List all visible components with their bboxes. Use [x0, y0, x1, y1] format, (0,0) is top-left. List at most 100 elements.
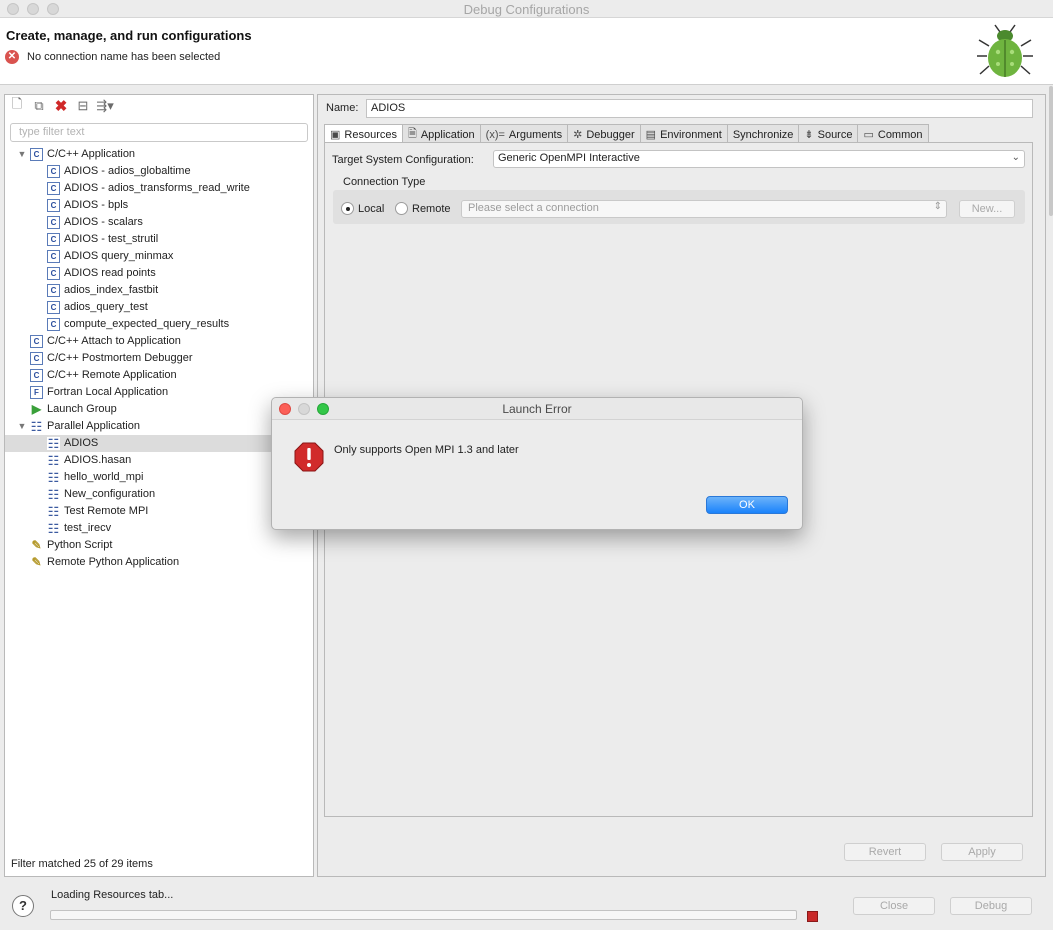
expand-arrow-icon[interactable]: ▼: [17, 418, 27, 435]
header-error: ✕ No connection name has been selected: [5, 50, 220, 64]
tree-item-label: Python Script: [47, 539, 113, 551]
stop-icon[interactable]: [807, 911, 818, 922]
config-tree: ▼ C C/C++ Application C ADIOS - adios_global…: [5, 146, 313, 571]
error-icon: ✕: [5, 50, 19, 64]
parallel-config-icon: ☷: [30, 419, 43, 434]
tree-item[interactable]: C ADIOS - bpls: [5, 197, 313, 214]
tree-item[interactable]: ☷ hello_world_mpi: [5, 469, 313, 486]
tab-application[interactable]: 🗎 Application: [401, 124, 481, 142]
tree-item[interactable]: F Fortran Local Application: [5, 384, 313, 401]
tree-item-label: ADIOS: [64, 437, 99, 449]
parallel-config-icon: ☷: [47, 521, 60, 536]
tree-item[interactable]: ▶ Launch Group: [5, 401, 313, 418]
tree-item[interactable]: ☷ ADIOS.hasan: [5, 452, 313, 469]
tree-item[interactable]: Ccompute_expected_query_results: [5, 316, 313, 333]
tree-item[interactable]: C ADIOS read points: [5, 265, 313, 282]
dialog-title: Launch Error: [502, 402, 572, 416]
window-scrollbar[interactable]: [1049, 86, 1053, 216]
c-config-icon: C: [47, 284, 60, 297]
connection-type-label: Connection Type: [343, 176, 426, 188]
target-system-select[interactable]: Generic OpenMPI Interactive ⌄: [493, 150, 1025, 168]
environment-icon: ▤: [645, 129, 657, 141]
tree-item-label: C/C++ Postmortem Debugger: [47, 352, 193, 364]
delete-config-icon[interactable]: ✖: [53, 98, 69, 115]
tab-label: Common: [877, 128, 923, 141]
revert-button[interactable]: Revert: [844, 843, 926, 861]
configuration-list-pane: 🗋 ⧉ ✖ ⊟ ⇶▾ type filter text ▼ C C/C++ Appl…: [4, 94, 314, 877]
tree-item[interactable]: C ADIOS - adios_transforms_read_write: [5, 180, 313, 197]
resources-icon: ▣: [330, 129, 341, 141]
tree-item-label: C/C++ Remote Application: [47, 369, 177, 381]
ok-button[interactable]: OK: [706, 496, 788, 514]
launch-error-dialog: Launch Error Only supports Open MPI 1.3 …: [271, 397, 803, 530]
local-radio[interactable]: Local: [341, 202, 384, 215]
tree-item-label: test_irecv: [64, 522, 112, 534]
tab-common[interactable]: ▭ Common: [857, 124, 929, 142]
tree-item[interactable]: ☷ ADIOS: [5, 435, 313, 452]
tab-source[interactable]: ⇟ Source: [798, 124, 859, 142]
python-config-icon: ✎: [30, 538, 43, 552]
fortran-config-icon: F: [30, 386, 43, 399]
filter-menu-icon[interactable]: ⇶▾: [96, 98, 113, 114]
launch-group-icon: ▶: [30, 402, 43, 416]
debugger-icon: ✲: [573, 129, 583, 141]
tab-arguments[interactable]: (x)= Arguments: [479, 124, 569, 142]
tab-debugger[interactable]: ✲ Debugger: [567, 124, 641, 142]
c-config-icon: C: [30, 352, 43, 365]
tree-item[interactable]: Cadios_query_test: [5, 299, 313, 316]
c-config-icon: C: [47, 233, 60, 246]
tree-item[interactable]: ☷ test_irecv: [5, 520, 313, 537]
tab-resources[interactable]: ▣ Resources: [324, 124, 403, 142]
tab-label: Environment: [660, 128, 722, 141]
tree-item[interactable]: C ADIOS - test_strutil: [5, 231, 313, 248]
radio-unselected-icon: [395, 202, 408, 215]
tree-item[interactable]: ✎ Python Script: [5, 537, 313, 554]
debug-button[interactable]: Debug: [950, 897, 1032, 915]
apply-button[interactable]: Apply: [941, 843, 1023, 861]
tree-item-label: ADIOS - test_strutil: [64, 233, 159, 245]
tree-item-label: ADIOS - adios_transforms_read_write: [64, 182, 250, 194]
connection-select[interactable]: Please select a connection ⇕: [461, 200, 947, 218]
duplicate-config-icon[interactable]: ⧉: [31, 98, 47, 114]
tree-item-label: Launch Group: [47, 403, 117, 415]
dialog-header: Create, manage, and run configurations ✕…: [0, 18, 1053, 85]
tree-item[interactable]: ▼ ☷ Parallel Application: [5, 418, 313, 435]
new-config-icon[interactable]: 🗋: [9, 96, 25, 114]
arguments-icon: (x)=: [485, 128, 505, 141]
radio-selected-icon: [341, 202, 354, 215]
tab-synchronize[interactable]: Synchronize: [726, 124, 800, 142]
tree-item[interactable]: C C/C++ Remote Application: [5, 367, 313, 384]
tree-item[interactable]: C ADIOS - adios_globaltime: [5, 163, 313, 180]
remote-radio[interactable]: Remote: [395, 202, 451, 215]
target-system-label: Target System Configuration:: [332, 154, 474, 166]
dialog-message: Only supports Open MPI 1.3 and later: [334, 444, 519, 456]
config-tabs: ▣ Resources 🗎 Application (x)= Arguments ✲ Debu…: [324, 124, 929, 142]
connection-placeholder: Please select a connection: [468, 202, 599, 214]
filter-status: Filter matched 25 of 29 items: [11, 858, 153, 870]
tree-item[interactable]: ☷ New_configuration: [5, 486, 313, 503]
filter-input[interactable]: type filter text: [10, 123, 308, 142]
tree-item-label: Test Remote MPI: [64, 505, 149, 517]
tree-item[interactable]: ✎ Remote Python Application: [5, 554, 313, 571]
c-config-icon: C: [47, 301, 60, 314]
tree-item-label: ADIOS - adios_globaltime: [64, 165, 191, 177]
tree-item[interactable]: C C/C++ Attach to Application: [5, 333, 313, 350]
tree-item[interactable]: C ADIOS - scalars: [5, 214, 313, 231]
tree-item-label: compute_expected_query_results: [64, 318, 230, 330]
tab-environment[interactable]: ▤ Environment: [639, 124, 728, 142]
tree-item[interactable]: C ADIOS query_minmax: [5, 248, 313, 265]
tree-item-label: Remote Python Application: [47, 556, 180, 568]
tab-label: Application: [420, 128, 475, 141]
help-button[interactable]: ?: [12, 895, 34, 917]
expand-arrow-icon[interactable]: ▼: [17, 146, 27, 163]
tree-item[interactable]: ☷ Test Remote MPI: [5, 503, 313, 520]
tree-item[interactable]: C C/C++ Postmortem Debugger: [5, 350, 313, 367]
name-field[interactable]: ADIOS: [366, 99, 1033, 118]
c-config-icon: C: [30, 369, 43, 382]
new-connection-button[interactable]: New...: [959, 200, 1015, 218]
tree-item[interactable]: Cadios_index_fastbit: [5, 282, 313, 299]
tree-item[interactable]: ▼ C C/C++ Application: [5, 146, 313, 163]
collapse-all-icon[interactable]: ⊟: [75, 98, 91, 114]
chevron-down-icon: ⌄: [1011, 152, 1020, 163]
close-button[interactable]: Close: [853, 897, 935, 915]
